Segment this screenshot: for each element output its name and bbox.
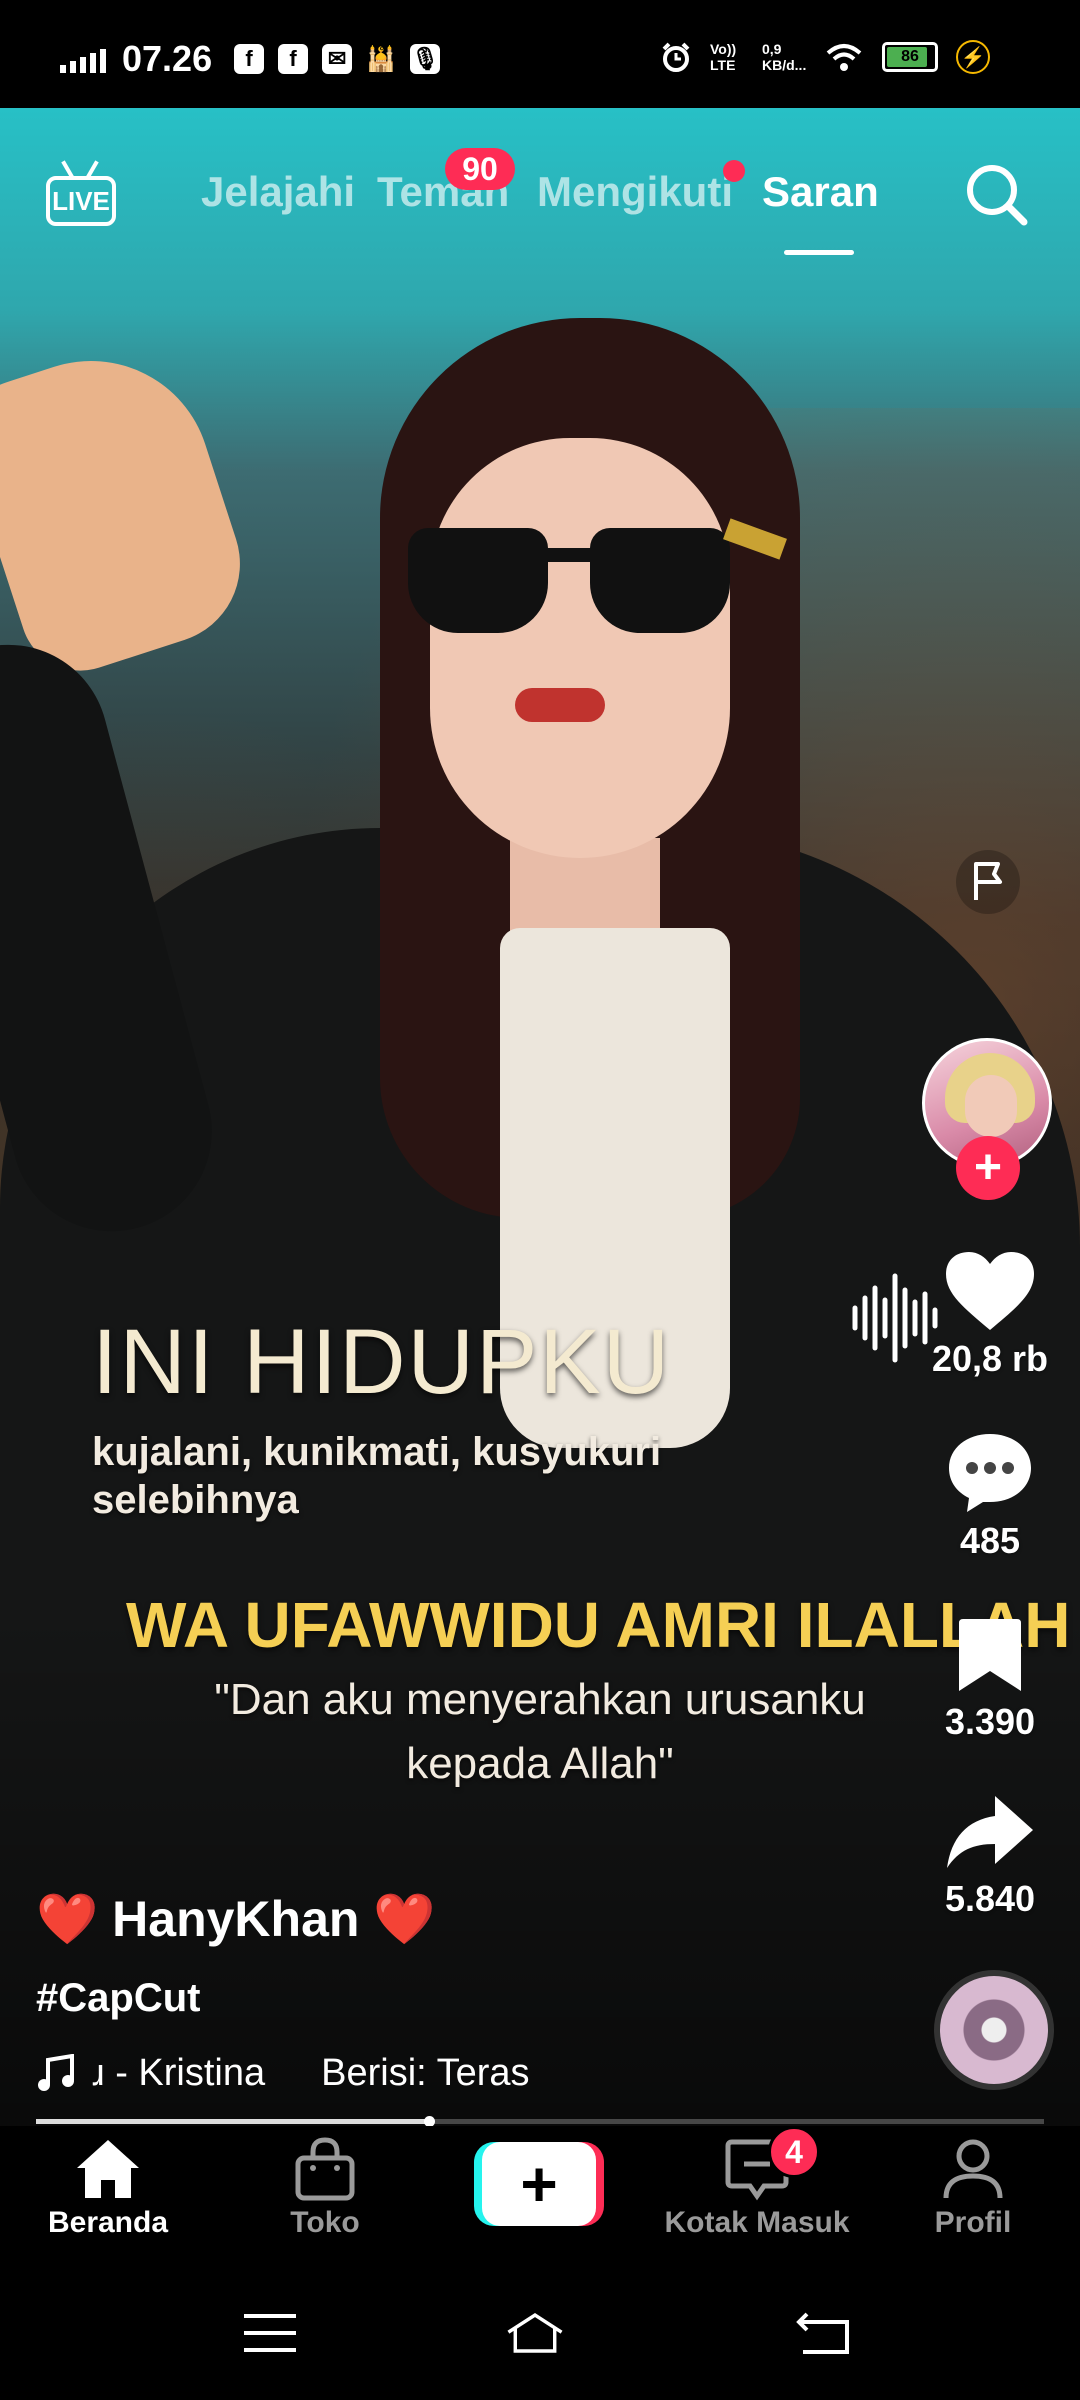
comment-button[interactable]: 485 [915,1430,1065,1562]
author-name[interactable]: ❤️ HanyKhan ❤️ [36,1890,436,1949]
shopping-bag-icon [295,2137,355,2201]
share-button[interactable]: 5.840 [915,1792,1065,1920]
top-nav: LIVE Jelajahi Teman 90 Mengikuti Saran [0,148,1080,268]
system-nav-bar [0,2268,1080,2400]
battery-icon: 86 [882,42,938,72]
sound-name: ɹ - Kristina [92,2052,266,2094]
profile-icon [943,2139,1003,2199]
heart-icon [946,1252,1034,1330]
comment-icon [949,1434,1031,1512]
comment-count: 485 [959,1520,1021,1561]
person-face [430,438,730,858]
tab-jelajahi[interactable]: Jelajahi [201,168,355,216]
alarm-icon [662,42,690,72]
mengikuti-new-dot [723,160,745,182]
like-button[interactable]: 20,8 rb [915,1250,1065,1380]
status-bar: 07.26 f f ✉ 🕌 🎙 Vo)) LTE 0,9 KB/d... 86 … [0,0,1080,108]
menu-icon[interactable] [240,2308,300,2358]
video-caption-subtitle: kujalani, kunikmati, kusyukuri selebihny… [92,1430,662,1522]
teman-badge: 90 [445,148,515,190]
like-count: 20,8 rb [931,1338,1049,1379]
bottom-nav: Beranda Toko + Kotak Masuk 4 Profil [0,2126,1080,2268]
report-button[interactable] [954,848,1022,916]
active-tab-indicator [784,250,854,255]
back-icon[interactable] [795,2308,855,2358]
status-time: 07.26 [122,38,213,79]
sound-row[interactable]: ɹ - Kristina Berisi: Teras [36,2052,530,2095]
nav-beranda[interactable]: Beranda [8,2136,208,2240]
video-progress-bar[interactable] [36,2116,1044,2127]
nav-profil[interactable]: Profil [873,2136,1073,2240]
music-note-icon [38,2053,74,2091]
mic-notification-icon: 🎙 [410,44,441,74]
facebook-notification-icon: f [278,44,309,74]
home-nav-icon[interactable] [505,2308,565,2358]
hashtag[interactable]: #CapCut [36,1976,200,2021]
signal-icon [60,45,106,73]
mail-notification-icon: ✉ [322,44,353,74]
plus-icon: + [482,2142,596,2226]
home-icon [77,2140,139,2198]
inbox-badge: 4 [768,2126,820,2178]
share-count: 5.840 [944,1878,1036,1919]
live-tv-icon: LIVE [46,176,116,226]
flag-icon [956,850,1020,914]
content-label: Berisi: Teras [321,2052,530,2094]
video-caption-translation: "Dan aku menyerahkan urusanku kepada All… [214,1675,866,1788]
nav-toko[interactable]: Toko [225,2136,425,2240]
network-speed: 0,9 KB/d... [762,41,807,73]
wifi-icon [826,44,862,71]
video-caption-title: INI HIDUPKU [92,1311,672,1413]
bookmark-icon [959,1619,1021,1691]
bookmark-button[interactable]: 3.390 [915,1615,1065,1743]
bookmark-count: 3.390 [944,1701,1036,1742]
live-button[interactable]: LIVE [46,158,120,228]
create-button[interactable]: + [474,2142,604,2226]
nav-kotak-masuk[interactable]: Kotak Masuk [657,2136,857,2240]
tab-saran[interactable]: Saran [762,168,879,216]
charging-icon: ⚡ [956,40,990,74]
mosque-notification-icon: 🕌 [366,45,397,73]
search-icon [967,165,1028,226]
music-disc[interactable] [934,1970,1054,2090]
share-icon [947,1796,1033,1868]
facebook-notification-icon: f [234,44,265,74]
follow-button[interactable]: + [956,1136,1020,1200]
search-button[interactable] [964,162,1030,228]
tab-mengikuti[interactable]: Mengikuti [537,168,733,216]
sunglasses [408,528,548,633]
volte-indicator: Vo)) LTE [710,41,737,73]
